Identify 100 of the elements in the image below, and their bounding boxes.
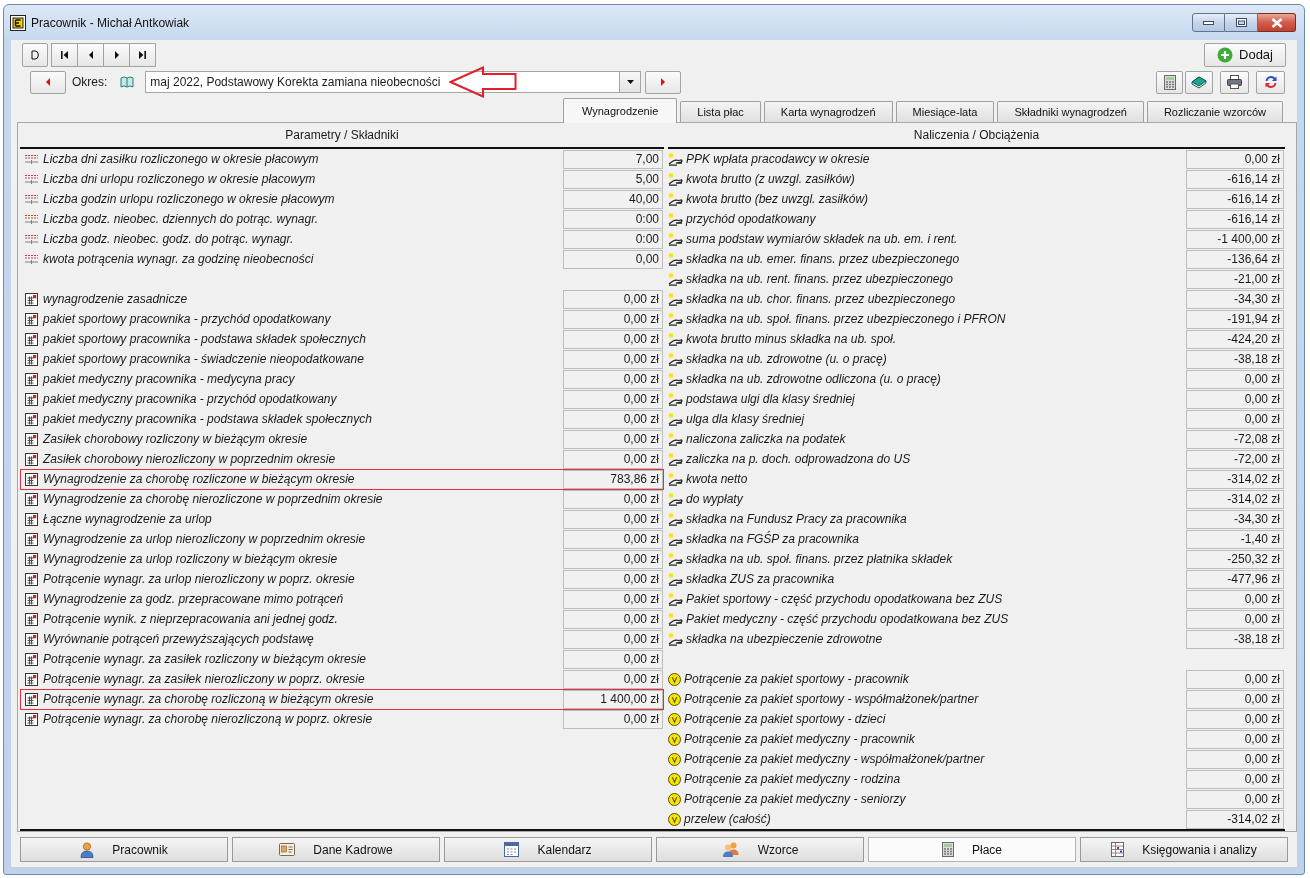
value-field: 0,00 zł — [1186, 749, 1284, 769]
row-label: pakiet medyczny pracownika - podstawa składek społecznych — [43, 412, 372, 426]
tab[interactable]: Lista płac — [680, 101, 761, 122]
id-card-icon — [279, 843, 296, 856]
hand-coin-icon — [668, 272, 683, 286]
row-label: składka na ub. chor. finans. przez ubezpieczonego — [686, 292, 956, 306]
calculator-button[interactable] — [1156, 70, 1183, 94]
hand-coin-icon — [668, 592, 683, 606]
close-button[interactable] — [1258, 13, 1296, 32]
row-label: zaliczka na p. doch. odprowadzona do US — [686, 452, 911, 466]
maximize-icon — [1235, 18, 1247, 27]
value-field: 0,00 zł — [1186, 149, 1284, 169]
add-button[interactable]: Dodaj — [1204, 42, 1286, 67]
coin-icon — [668, 732, 681, 746]
hand-coin-icon — [668, 432, 683, 446]
tab[interactable]: Rozliczanie wzorców — [1146, 101, 1283, 122]
value-field: -1,40 zł — [1186, 529, 1284, 549]
row-label: pakiet sportowy pracownika - podstawa składek społecznych — [43, 332, 366, 346]
dropdown-button[interactable] — [620, 71, 642, 93]
maximize-button[interactable] — [1225, 13, 1258, 32]
caret-icon — [626, 80, 634, 84]
previous-button[interactable] — [77, 42, 104, 67]
value-field: 0,00 zł — [1186, 689, 1284, 709]
hand-coin-icon — [668, 492, 683, 506]
value-field: 0,00 zł — [563, 529, 663, 549]
value-field: -34,30 zł — [1186, 509, 1284, 529]
value-field: 0,00 zł — [563, 389, 663, 409]
hand-coin-icon — [668, 232, 683, 246]
tab[interactable]: Karta wynagrodzeń — [763, 101, 893, 122]
hand-coin-icon — [668, 392, 683, 406]
bottom-tab[interactable]: Wzorce — [656, 837, 864, 862]
row-label: składka na ub. zdrowotne (u. o pracę) — [686, 352, 887, 366]
person-icon — [80, 841, 95, 858]
value-field: 0,00 zł — [563, 409, 663, 429]
value-field: 0,00 zł — [563, 329, 663, 349]
calculator-icon — [942, 842, 954, 857]
bottom-tab[interactable]: Płace — [868, 837, 1076, 862]
close-icon — [1270, 17, 1283, 28]
hand-coin-icon — [668, 152, 683, 166]
tab[interactable]: Wynagrodzenie — [562, 98, 678, 123]
value-field: 0,00 zł — [563, 289, 663, 309]
bottom-tab[interactable]: Pracownik — [20, 837, 228, 862]
coin-icon — [668, 772, 681, 786]
bottom-tab[interactable]: Kalendarz — [444, 837, 652, 862]
tab[interactable]: Miesiące-lata — [895, 101, 995, 122]
spreadsheet-icon — [1111, 842, 1125, 857]
row-label: Wynagrodzenie za chorobę nierozliczone w poprzednim okresie — [43, 492, 383, 506]
bottom-tab[interactable]: Księgowania i analizy — [1080, 837, 1288, 862]
grid-square-icon — [25, 312, 38, 326]
value-field: -477,96 zł — [1186, 569, 1284, 589]
row-label: Łączne wynagrodzenie za urlop — [43, 512, 212, 526]
next-button[interactable] — [103, 42, 130, 67]
first-button[interactable] — [51, 42, 78, 67]
row-label: Potrącenie za pakiet medyczny - rodzina — [684, 772, 901, 786]
row-label: składka na ub. rent. finans. przez ubezpieczonego — [686, 272, 953, 286]
row-label: kwota brutto (bez uwzgl. zasiłków) — [686, 192, 869, 206]
grid-square-icon — [25, 712, 38, 726]
coin-icon — [668, 752, 681, 766]
bottom-tab[interactable]: Dane Kadrowe — [232, 837, 440, 862]
grid-square-icon — [25, 692, 38, 706]
hand-coin-icon — [668, 552, 683, 566]
grid-square-icon — [25, 472, 38, 486]
row-label: Potrącenie za pakiet sportowy - dzieci — [684, 712, 886, 726]
grid-square-icon — [25, 592, 38, 606]
row-label: Wynagrodzenie za chorobę rozliczone w bieżącym okresie — [43, 472, 355, 486]
grid-square-icon — [25, 292, 38, 306]
value-field: 0,00 zł — [1186, 389, 1284, 409]
book-button[interactable] — [1185, 70, 1213, 94]
minimize-button[interactable] — [1192, 13, 1225, 32]
value-field: 0:00 — [563, 229, 663, 249]
print-button[interactable] — [1220, 70, 1249, 94]
grid-square-icon — [25, 572, 38, 586]
book-icon — [120, 76, 135, 88]
record-button[interactable] — [22, 42, 48, 67]
grid-square-icon — [25, 552, 38, 566]
row-label: naliczona zaliczka na podatek — [686, 432, 846, 446]
row-label: Potrącenie wynik. z nieprzepracowania ani jednej godz. — [43, 612, 338, 626]
row-label: przelew (całość) — [684, 812, 771, 826]
grid-square-icon — [25, 652, 38, 666]
window-title: Pracownik - Michał Antkowiak — [31, 15, 190, 30]
refresh-button[interactable] — [1256, 70, 1285, 94]
row-label: Potrącenie wynagr. za chorobę rozliczoną w bieżącym okresie — [43, 692, 374, 706]
value-field: 0,00 zł — [563, 449, 663, 469]
dashed-lines-icon — [25, 254, 38, 264]
value-field: 0,00 zł — [1186, 369, 1284, 389]
row-label: suma podstaw wymiarów składek na ub. em. i rent. — [686, 232, 958, 246]
value-field: 0,00 zł — [563, 669, 663, 689]
value-field: -72,08 zł — [1186, 429, 1284, 449]
row-label: kwota brutto minus składka na ub. społ. — [686, 332, 897, 346]
value-field: 0,00 zł — [1186, 669, 1284, 689]
value-field: -314,02 zł — [1186, 809, 1284, 829]
hand-coin-icon — [668, 352, 683, 366]
row-label: Wynagrodzenie za godz. przepracowane mimo potrąceń — [43, 592, 344, 606]
grid-square-icon — [25, 432, 38, 446]
period-field[interactable]: maj 2022, Podstawowy Korekta zamiana nieobecności — [145, 71, 621, 93]
last-button[interactable] — [129, 42, 156, 67]
value-field: 0,00 zł — [563, 349, 663, 369]
row-label: pakiet medyczny pracownika - przychód opodatkowany — [43, 392, 337, 406]
tab[interactable]: Składniki wynagrodzeń — [997, 101, 1144, 122]
hand-coin-icon — [668, 192, 683, 206]
